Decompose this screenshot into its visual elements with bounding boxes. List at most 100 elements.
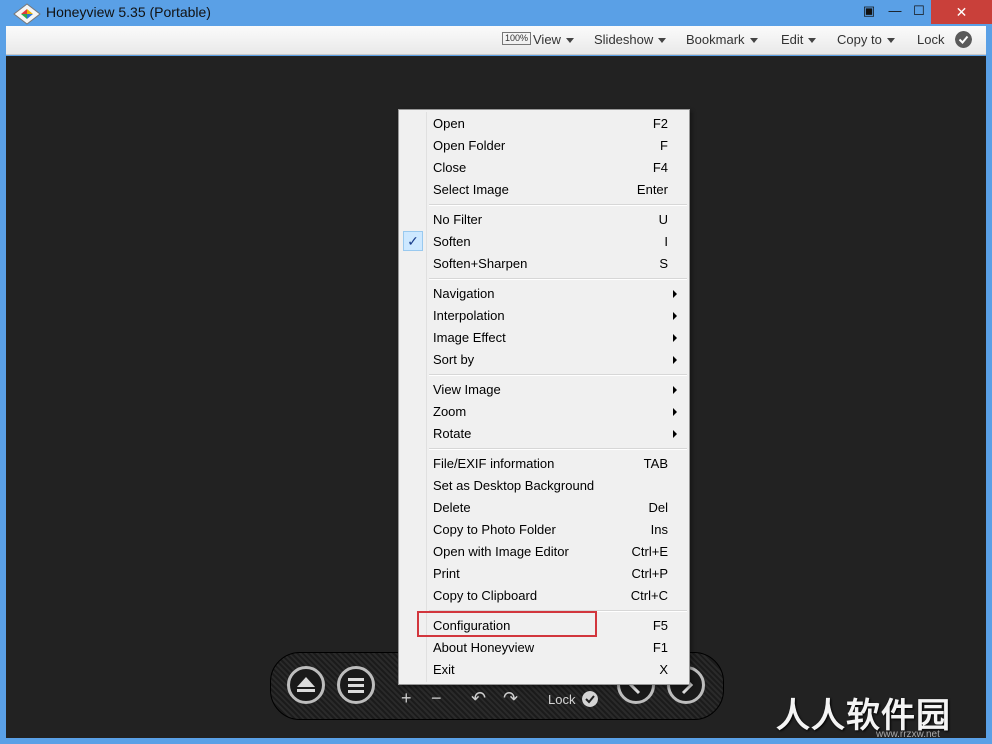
chevron-down-icon — [886, 38, 895, 44]
view-menu[interactable]: View — [533, 32, 574, 47]
menu-item-copy-clipboard[interactable]: Copy to Clipboard Ctrl+C — [399, 584, 689, 606]
menu-item-shortcut: F — [660, 138, 668, 153]
bookmark-menu[interactable]: Bookmark — [686, 32, 758, 47]
eject-button[interactable] — [287, 666, 325, 704]
lock-check-icon — [955, 31, 972, 48]
menu-item-label: File/EXIF information — [433, 456, 555, 471]
menu-item-copy-photo-folder[interactable]: Copy to Photo Folder Ins — [399, 518, 689, 540]
menu-item-shortcut: S — [659, 256, 668, 271]
menu-item-set-desktop-bg[interactable]: Set as Desktop Background — [399, 474, 689, 496]
zoom-in-button[interactable]: + — [401, 688, 412, 709]
menu-item-interpolation[interactable]: Interpolation — [399, 304, 689, 326]
menu-item-label: Soften — [433, 234, 471, 249]
bookmark-menu-label: Bookmark — [686, 32, 745, 47]
edit-menu[interactable]: Edit — [781, 32, 817, 47]
title-bar[interactable]: Honeyview 5.35 (Portable) ▣ — ☐ ✕ — [0, 0, 992, 26]
lock-button[interactable]: Lock — [917, 32, 944, 47]
menu-item-shortcut: Ins — [650, 522, 668, 537]
menu-item-label: Navigation — [433, 286, 495, 301]
context-menu: Open F2 Open Folder F Close F4 Select Image… — [398, 109, 690, 685]
menu-item-shortcut: Ctrl+E — [631, 544, 668, 559]
menu-item-print[interactable]: Print Ctrl+P — [399, 562, 689, 584]
minimize-button[interactable]: — — [882, 0, 908, 24]
slideshow-menu[interactable]: Slideshow — [594, 32, 667, 47]
fullscreen-button[interactable]: ▣ — [856, 0, 882, 24]
menu-item-file-exif[interactable]: File/EXIF information TAB — [399, 452, 689, 474]
eject-icon — [297, 677, 315, 692]
submenu-arrow-icon — [673, 430, 677, 438]
configuration-highlight-box — [417, 611, 597, 637]
menu-item-shortcut: TAB — [643, 456, 668, 471]
menu-item-shortcut: Ctrl+C — [630, 588, 668, 603]
chevron-down-icon — [565, 38, 574, 44]
menu-item-label: Select Image — [433, 182, 509, 197]
menu-item-zoom[interactable]: Zoom — [399, 400, 689, 422]
menu-item-label: No Filter — [433, 212, 483, 227]
lock-check-icon — [582, 691, 598, 707]
rotate-right-button[interactable]: ↷ — [503, 688, 518, 709]
menu-item-label: Copy to Photo Folder — [433, 522, 556, 537]
submenu-arrow-icon — [673, 312, 677, 320]
rotate-left-button[interactable]: ↶ — [471, 688, 486, 709]
close-button[interactable]: ✕ — [931, 0, 992, 24]
view-menu-label: View — [533, 32, 561, 47]
menu-item-open-image-editor[interactable]: Open with Image Editor Ctrl+E — [399, 540, 689, 562]
menu-item-shortcut: I — [664, 234, 668, 249]
main-menu-button[interactable] — [337, 666, 375, 704]
menu-item-label: View Image — [433, 382, 501, 397]
menu-separator — [429, 374, 687, 376]
menu-item-soften-sharpen[interactable]: Soften+Sharpen S — [399, 252, 689, 274]
menu-item-shortcut: F1 — [652, 640, 668, 655]
menu-separator — [429, 278, 687, 280]
menu-item-shortcut: F5 — [652, 618, 668, 633]
menu-item-rotate[interactable]: Rotate — [399, 422, 689, 444]
menu-item-label: Set as Desktop Background — [433, 478, 595, 493]
submenu-arrow-icon — [673, 334, 677, 342]
copy-to-menu-label: Copy to — [837, 32, 882, 47]
menu-item-shortcut: U — [658, 212, 668, 227]
menu-item-close[interactable]: Close F4 — [399, 156, 689, 178]
menu-item-navigation[interactable]: Navigation — [399, 282, 689, 304]
menu-item-about[interactable]: About Honeyview F1 — [399, 636, 689, 658]
chevron-down-icon — [658, 38, 667, 44]
menu-item-delete[interactable]: Delete Del — [399, 496, 689, 518]
chevron-down-icon — [808, 38, 817, 44]
copy-to-menu[interactable]: Copy to — [837, 32, 895, 47]
menu-icon — [348, 678, 364, 693]
zoom-100-badge[interactable]: 100% — [502, 32, 532, 45]
zoom-out-button[interactable]: − — [431, 688, 442, 709]
menu-item-label: Rotate — [433, 426, 472, 441]
submenu-arrow-icon — [673, 386, 677, 394]
bottom-lock-button[interactable]: Lock — [548, 692, 575, 707]
menu-item-label: Image Effect — [433, 330, 506, 345]
menu-item-select-image[interactable]: Select Image Enter — [399, 178, 689, 200]
menu-item-view-image[interactable]: View Image — [399, 378, 689, 400]
menu-item-shortcut: Del — [648, 500, 668, 515]
menu-item-exit[interactable]: Exit X — [399, 658, 689, 680]
menu-item-label: Sort by — [433, 352, 475, 367]
submenu-arrow-icon — [673, 408, 677, 416]
slideshow-menu-label: Slideshow — [594, 32, 654, 47]
menu-item-label: Exit — [433, 662, 455, 677]
menu-item-open-folder[interactable]: Open Folder F — [399, 134, 689, 156]
menu-separator — [429, 204, 687, 206]
menu-item-open[interactable]: Open F2 — [399, 112, 689, 134]
menu-item-shortcut: F4 — [652, 160, 668, 175]
menu-item-soften[interactable]: ✓ Soften I — [399, 230, 689, 252]
chevron-down-icon — [749, 38, 758, 44]
menu-item-image-effect[interactable]: Image Effect — [399, 326, 689, 348]
menu-item-label: Open Folder — [433, 138, 506, 153]
menu-item-label: Close — [433, 160, 467, 175]
menu-item-label: Print — [433, 566, 460, 581]
menu-item-label: Soften+Sharpen — [433, 256, 528, 271]
menu-item-no-filter[interactable]: No Filter U — [399, 208, 689, 230]
menu-separator — [429, 448, 687, 450]
maximize-button[interactable]: ☐ — [906, 0, 932, 24]
window-title: Honeyview 5.35 (Portable) — [46, 4, 211, 20]
menu-item-label: Open — [433, 116, 465, 131]
menu-item-shortcut: Enter — [636, 182, 668, 197]
submenu-arrow-icon — [673, 290, 677, 298]
menu-item-label: Zoom — [433, 404, 467, 419]
watermark-url: www.rrzxw.net — [876, 729, 940, 740]
menu-item-sort-by[interactable]: Sort by — [399, 348, 689, 370]
